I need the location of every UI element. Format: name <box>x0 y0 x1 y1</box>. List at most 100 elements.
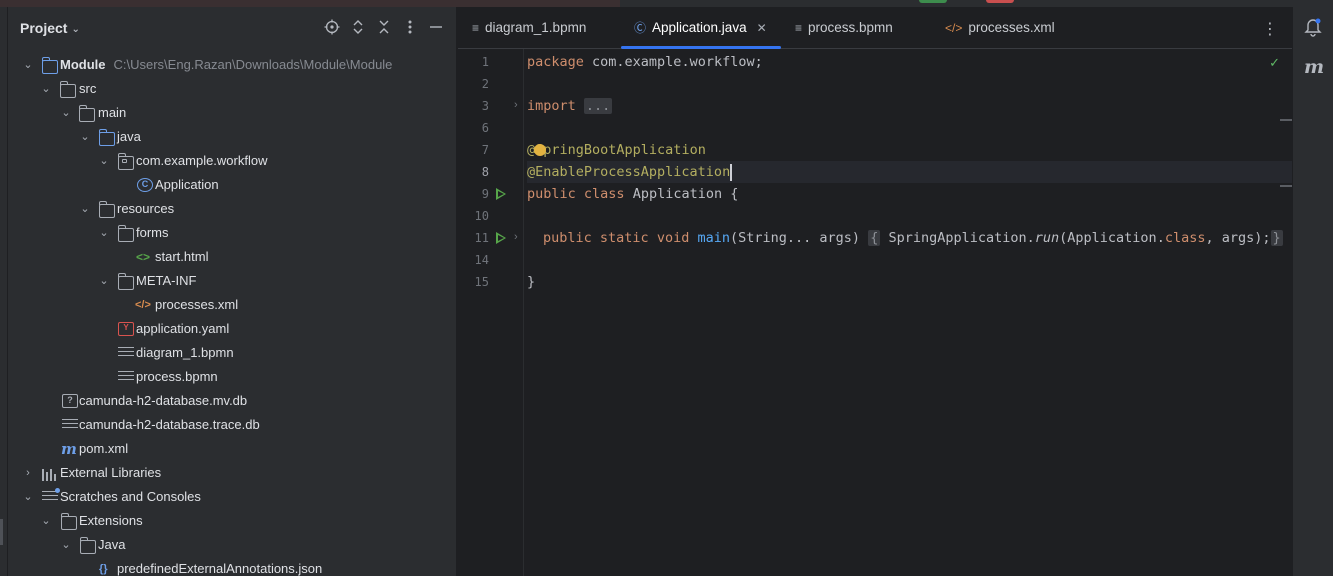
code-line[interactable]: @SpringBootApplication <box>527 139 706 161</box>
close-icon[interactable]: ✕ <box>757 21 767 35</box>
run-gutter-icon[interactable] <box>496 188 506 200</box>
line-number-current: 8 <box>481 165 489 179</box>
run-status-indicator[interactable] <box>919 0 947 3</box>
code-line[interactable]: package com.example.workflow; <box>527 51 763 73</box>
options-more-icon[interactable] <box>401 19 419 37</box>
tree-item-process-bpmn[interactable]: process.bpmn <box>8 365 456 389</box>
chevron-down-icon[interactable]: ⌄ <box>60 101 72 125</box>
tree-item-forms[interactable]: ⌄ forms <box>8 221 456 245</box>
tab-process-bpmn[interactable]: ≡ process.bpmn <box>795 7 893 49</box>
stop-status-indicator[interactable] <box>986 0 1014 3</box>
scrollbar-marker[interactable] <box>1280 119 1292 121</box>
tree-item-label: camunda-h2-database.trace.db <box>79 417 260 432</box>
tree-item-start-html[interactable]: <> start.html <box>8 245 456 269</box>
locate-target-icon[interactable] <box>323 19 341 37</box>
tree-item-label: application.yaml <box>136 321 230 336</box>
text-caret <box>730 163 733 181</box>
bpmn-file-icon <box>118 347 134 361</box>
tree-item-application-yaml[interactable]: Y application.yaml <box>8 317 456 341</box>
tree-item-diagram-bpmn[interactable]: diagram_1.bpmn <box>8 341 456 365</box>
collapse-all-icon[interactable] <box>375 19 393 37</box>
right-tool-strip: m <box>1292 7 1333 576</box>
tree-item-label: pom.xml <box>79 441 129 456</box>
chevron-down-icon[interactable]: ⌄ <box>98 269 110 293</box>
chevron-right-icon[interactable]: › <box>22 461 34 485</box>
hide-panel-icon[interactable] <box>427 19 445 37</box>
xml-file-icon: </> <box>135 299 151 311</box>
yaml-file-icon: Y <box>118 322 134 336</box>
tree-item-java[interactable]: ⌄ java <box>8 125 456 149</box>
tab-application-java[interactable]: Ⓒ Application.java ✕ <box>621 7 781 49</box>
expand-all-icon[interactable] <box>349 19 367 37</box>
chevron-down-icon[interactable]: ⌄ <box>40 77 52 101</box>
chevron-down-icon[interactable]: ⌄ <box>79 125 91 149</box>
line-number: 3 <box>481 99 489 113</box>
notifications-bell-icon[interactable] <box>1304 17 1322 37</box>
run-gutter-icon[interactable] <box>496 232 506 244</box>
scrollbar-marker[interactable] <box>1280 185 1292 187</box>
class-icon: C <box>137 178 153 192</box>
tree-item-java-ext[interactable]: ⌄ Java <box>8 533 456 557</box>
chevron-down-icon[interactable]: ⌄ <box>22 53 34 77</box>
chevron-down-icon[interactable]: ⌄ <box>40 509 52 533</box>
code-line[interactable]: public class Application { <box>527 183 738 205</box>
no-problems-check-icon[interactable]: ✓ <box>1269 55 1280 71</box>
code-line[interactable]: @EnableProcessApplication <box>527 161 733 183</box>
tree-item-label: com.example.workflow <box>136 153 268 168</box>
fold-expand-icon[interactable]: › <box>514 99 518 111</box>
tree-item-label: java <box>117 129 141 144</box>
tree-item-scratches[interactable]: ⌄ Scratches and Consoles <box>8 485 456 509</box>
code-line[interactable]: public static void main(String... args) … <box>543 227 1283 249</box>
source-folder-icon <box>98 129 115 146</box>
tree-item-application[interactable]: C Application <box>8 173 456 197</box>
lightbulb-icon[interactable] <box>534 144 546 156</box>
tab-processes-xml[interactable]: </> processes.xml <box>945 7 1055 49</box>
folded-imports[interactable]: ... <box>583 98 613 114</box>
chevron-down-icon[interactable]: ⌄ <box>98 221 110 245</box>
maven-file-icon: m <box>61 440 77 458</box>
folder-icon <box>60 513 77 530</box>
chevron-down-icon[interactable]: ⌄ <box>60 533 72 557</box>
chevron-down-icon[interactable]: ⌄ <box>98 149 110 173</box>
tree-item-package[interactable]: ⌄ com.example.workflow <box>8 149 456 173</box>
line-number: 6 <box>481 121 489 135</box>
tree-item-pom-xml[interactable]: m pom.xml <box>8 437 456 461</box>
fold-expand-icon[interactable]: › <box>514 231 518 243</box>
tree-item-label: META-INF <box>136 273 197 288</box>
tree-item-src[interactable]: ⌄ src <box>8 77 456 101</box>
maven-tool-icon[interactable]: m <box>1304 56 1324 78</box>
tree-item-label: Java <box>98 537 126 552</box>
editor-gutter: 1 2 3 › 6 7 8 9 10 11 › 14 15 <box>458 49 524 576</box>
line-number: 7 <box>481 143 489 157</box>
tree-item-resources[interactable]: ⌄ resources <box>8 197 456 221</box>
tree-item-label: diagram_1.bpmn <box>136 345 234 360</box>
line-number: 14 <box>474 253 489 267</box>
tab-label: Application.java <box>652 20 747 35</box>
tab-label: processes.xml <box>968 20 1055 35</box>
tool-window-marker[interactable] <box>0 519 3 545</box>
xml-file-icon: </> <box>945 21 963 35</box>
chevron-down-icon[interactable]: ⌄ <box>22 485 34 509</box>
tree-item-trace-db[interactable]: camunda-h2-database.trace.db <box>8 413 456 437</box>
tab-diagram-bpmn[interactable]: ≡ diagram_1.bpmn <box>472 7 586 49</box>
tree-item-label: Extensions <box>79 513 143 528</box>
tree-item-meta-inf[interactable]: ⌄ META-INF <box>8 269 456 293</box>
tree-item-label: resources <box>117 201 175 216</box>
code-line[interactable]: } <box>527 271 535 293</box>
tree-item-label: src <box>79 81 97 96</box>
tree-item-main[interactable]: ⌄ main <box>8 101 456 125</box>
code-line[interactable]: import ... <box>527 95 613 117</box>
tabs-more-icon[interactable]: ⋮ <box>1262 19 1278 39</box>
project-view-selector[interactable]: Project ⌄ <box>20 20 80 36</box>
tree-item-json[interactable]: {} predefinedExternalAnnotations.json <box>8 557 456 576</box>
tree-item-mv-db[interactable]: ? camunda-h2-database.mv.db <box>8 389 456 413</box>
tree-item-extensions[interactable]: ⌄ Extensions <box>8 509 456 533</box>
tree-item-module[interactable]: ⌄ Module C:\Users\Eng.Razan\Downloads\Mod… <box>8 53 456 77</box>
tree-item-processes-xml[interactable]: </> processes.xml <box>8 293 456 317</box>
editor-tabs: ≡ diagram_1.bpmn Ⓒ Application.java ✕ ≡ proc… <box>458 7 1292 49</box>
line-number: 15 <box>474 275 489 289</box>
chevron-down-icon[interactable]: ⌄ <box>79 197 91 221</box>
tree-item-external-libraries[interactable]: › External Libraries <box>8 461 456 485</box>
tree-item-label: camunda-h2-database.mv.db <box>79 393 248 408</box>
folder-icon <box>117 225 134 242</box>
